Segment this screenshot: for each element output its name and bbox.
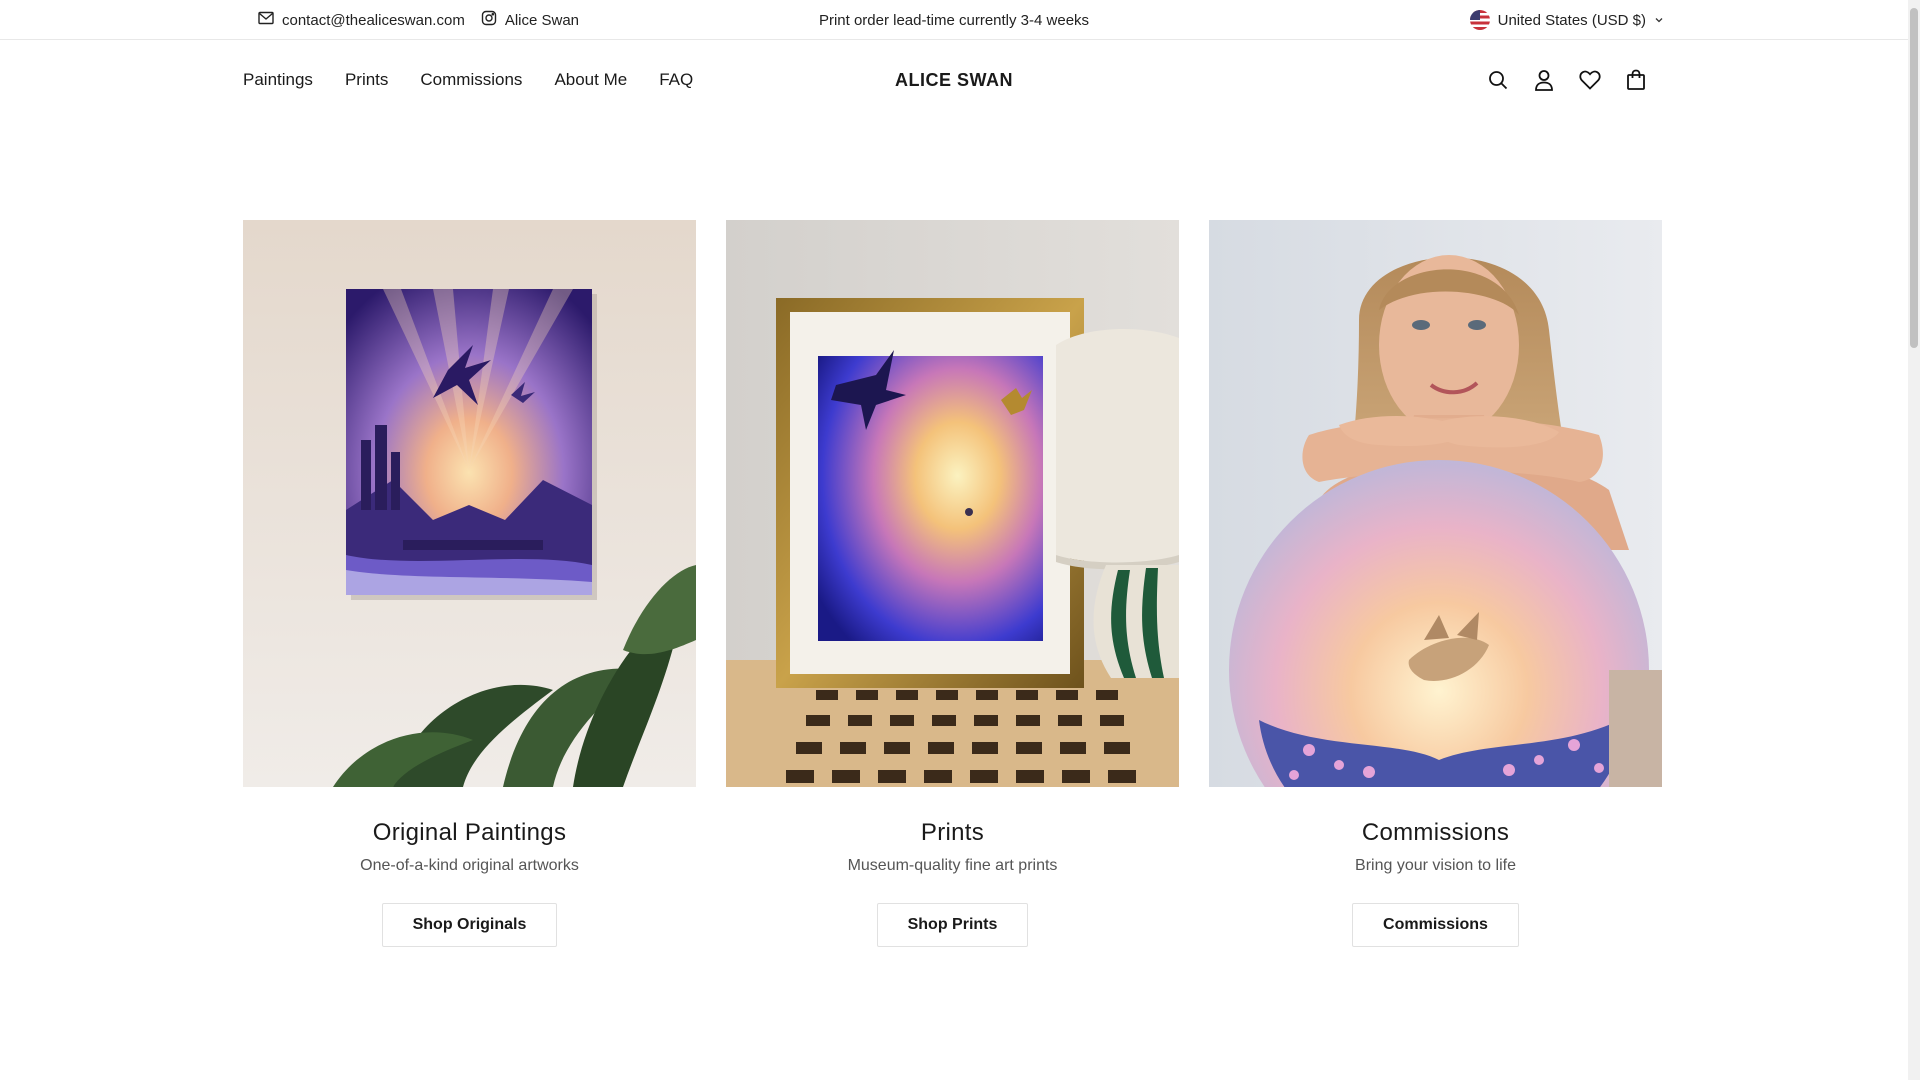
card-title: Commissions bbox=[1361, 819, 1510, 846]
search-icon[interactable] bbox=[1486, 68, 1510, 92]
collection-card-commissions: Commissions Bring your vision to life Co… bbox=[1209, 220, 1662, 947]
commissions-button[interactable]: Commissions bbox=[1352, 903, 1519, 947]
announcement-bar: contact@thealiceswan.com Alice Swan Prin… bbox=[0, 0, 1908, 40]
collection-card-originals: Original Paintings One-of-a-kind origina… bbox=[243, 220, 696, 947]
shop-originals-button[interactable]: Shop Originals bbox=[381, 903, 558, 947]
nav-prints[interactable]: Prints bbox=[345, 70, 388, 90]
mail-icon bbox=[258, 11, 274, 29]
card-title: Prints bbox=[920, 819, 985, 846]
chevron-down-icon bbox=[1654, 12, 1664, 29]
nav-faq[interactable]: FAQ bbox=[659, 70, 693, 90]
main-nav: Paintings Prints Commissions About Me FA… bbox=[243, 41, 693, 119]
instagram-text: Alice Swan bbox=[504, 11, 580, 29]
site-logo[interactable]: ALICE SWAN bbox=[895, 70, 1013, 91]
us-flag-icon bbox=[1469, 10, 1490, 30]
cart-bag-icon[interactable] bbox=[1624, 68, 1648, 92]
scrollbar-thumb[interactable] bbox=[1910, 8, 1918, 348]
topbar-contact: contact@thealiceswan.com Alice Swan bbox=[258, 0, 579, 40]
site-header: Paintings Prints Commissions About Me FA… bbox=[0, 41, 1908, 119]
page-scrollbar[interactable] bbox=[1908, 0, 1920, 1080]
currency-selector[interactable]: United States (USD $) bbox=[1469, 0, 1664, 40]
currency-label: United States (USD $) bbox=[1497, 11, 1646, 29]
email-text: contact@thealiceswan.com bbox=[282, 11, 465, 29]
nav-commissions[interactable]: Commissions bbox=[420, 70, 522, 90]
commissions-image[interactable] bbox=[1209, 220, 1662, 787]
announcement-text: Print order lead-time currently 3-4 week… bbox=[818, 11, 1090, 29]
instagram-icon bbox=[481, 10, 497, 30]
header-actions bbox=[1486, 41, 1648, 119]
account-icon[interactable] bbox=[1532, 68, 1556, 92]
collections-grid: Original Paintings One-of-a-kind origina… bbox=[243, 220, 1663, 947]
wishlist-heart-icon[interactable] bbox=[1578, 68, 1602, 92]
card-subtitle: Museum-quality fine art prints bbox=[847, 857, 1058, 874]
prints-image[interactable] bbox=[726, 220, 1179, 787]
collection-card-prints: Prints Museum-quality fine art prints Sh… bbox=[726, 220, 1179, 947]
email-link[interactable]: contact@thealiceswan.com bbox=[258, 11, 465, 29]
card-title: Original Paintings bbox=[372, 819, 567, 846]
shop-prints-button[interactable]: Shop Prints bbox=[876, 903, 1029, 947]
instagram-link[interactable]: Alice Swan bbox=[481, 10, 579, 30]
nav-paintings[interactable]: Paintings bbox=[243, 70, 313, 90]
nav-about-me[interactable]: About Me bbox=[554, 70, 627, 90]
originals-image[interactable] bbox=[243, 220, 696, 787]
card-subtitle: One-of-a-kind original artworks bbox=[360, 857, 579, 874]
card-subtitle: Bring your vision to life bbox=[1355, 857, 1516, 874]
